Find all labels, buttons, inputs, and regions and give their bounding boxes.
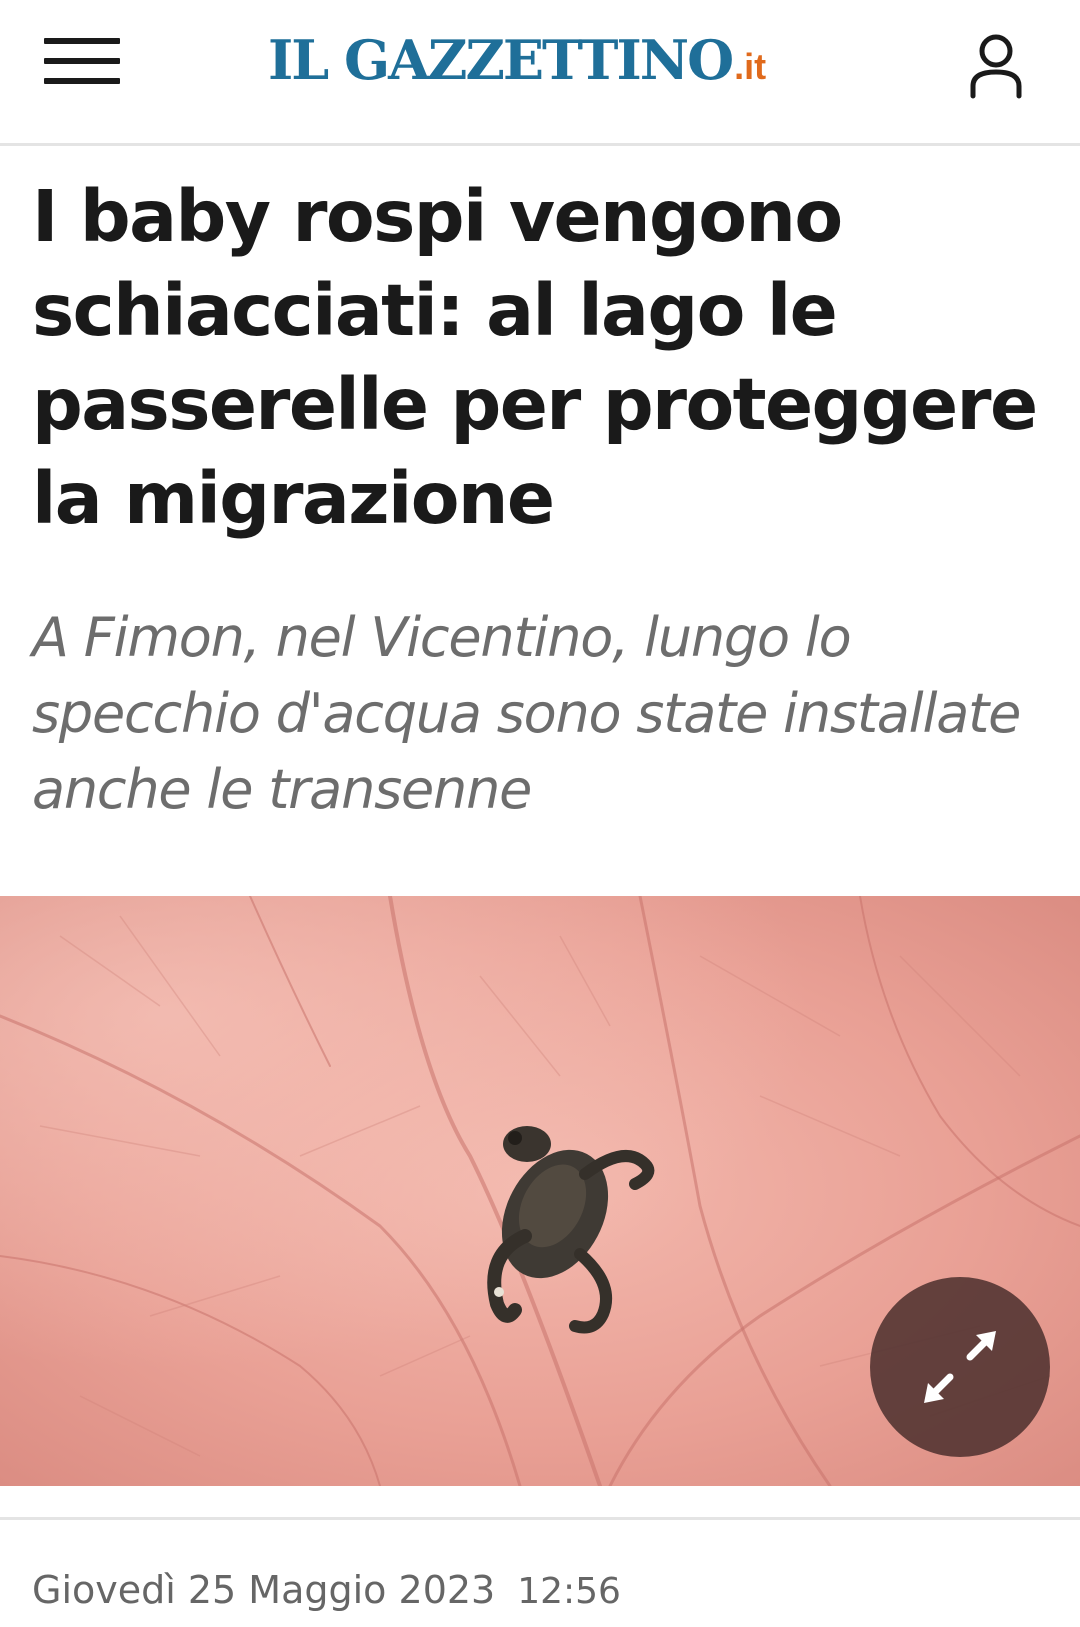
logo-domain-suffix: .it [734, 46, 767, 87]
hamburger-menu-icon[interactable] [44, 38, 122, 84]
article-title: I baby rospi vengono schiacciati: al lag… [32, 175, 1038, 540]
user-account-icon[interactable] [968, 32, 1024, 100]
article-time: 12:56 [517, 1571, 621, 1612]
site-header: IL GAZZETTINO .it [0, 0, 1080, 146]
article-subtitle: A Fimon, nel Vicentino, lungo lo specchi… [32, 606, 1021, 821]
site-logo[interactable]: IL GAZZETTINO .it [268, 28, 766, 98]
expand-image-button[interactable] [870, 1277, 1050, 1457]
expand-image-icon [924, 1331, 996, 1403]
article-date: Giovedì 25 Maggio 2023 [32, 1568, 496, 1612]
section-divider [0, 1517, 1080, 1520]
logo-wordmark: IL GAZZETTINO [268, 28, 734, 92]
article-dateline: Giovedì 25 Maggio 2023 12:56 [32, 1568, 621, 1612]
